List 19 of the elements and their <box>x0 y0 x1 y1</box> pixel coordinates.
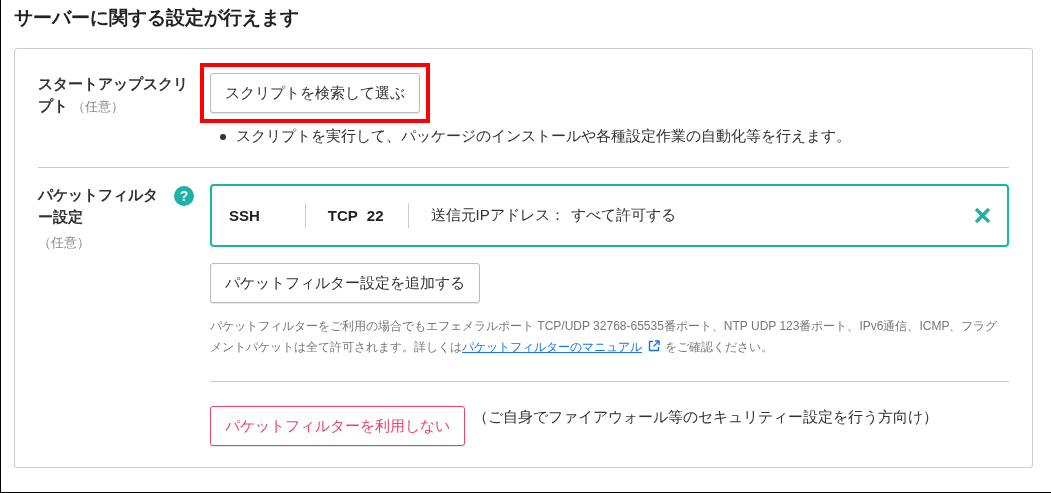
hint-text: スクリプトを実行して、パッケージのインストールや各種設定作業の自動化等を行えます。 <box>236 127 851 146</box>
field-label: スタートアップスクリプト （任意） <box>38 74 188 116</box>
disable-note: （ご自身でファイアウォール等のセキュリティー設定を行う方向け） <box>473 407 938 427</box>
search-script-button[interactable]: スクリプトを検索して選ぶ <box>210 73 420 113</box>
filter-note: パケットフィルターをご利用の場合でもエフェメラルポート TCP/UDP 32768-65535番ポート、NTP UDP 123番ポート、IPv6通信、ICMP、フラグメントパケットは全て許可されます。詳しくはパケットフィルターのマニュアル をご確認ください。 <box>210 318 999 356</box>
external-link-icon[interactable] <box>648 340 660 352</box>
source-label: 送信元IPアドレス： <box>430 206 565 225</box>
help-icon[interactable]: ? <box>174 186 194 206</box>
manual-link[interactable]: パケットフィルターのマニュアル <box>462 340 642 354</box>
page-title: サーバーに関する設定が行えます <box>14 6 300 30</box>
rule-name: SSH <box>229 207 260 224</box>
source-value: すべて許可する <box>570 206 676 225</box>
rule-protocol: TCP <box>327 207 358 224</box>
disable-filter-button[interactable]: パケットフィルターを利用しない <box>210 406 465 446</box>
bullet-icon <box>220 133 226 140</box>
close-icon[interactable] <box>974 207 991 224</box>
field-label: パケットフィルター設定 （任意） <box>38 185 159 252</box>
add-filter-button[interactable]: パケットフィルター設定を追加する <box>210 263 480 303</box>
rule-port: 22 <box>366 207 384 224</box>
